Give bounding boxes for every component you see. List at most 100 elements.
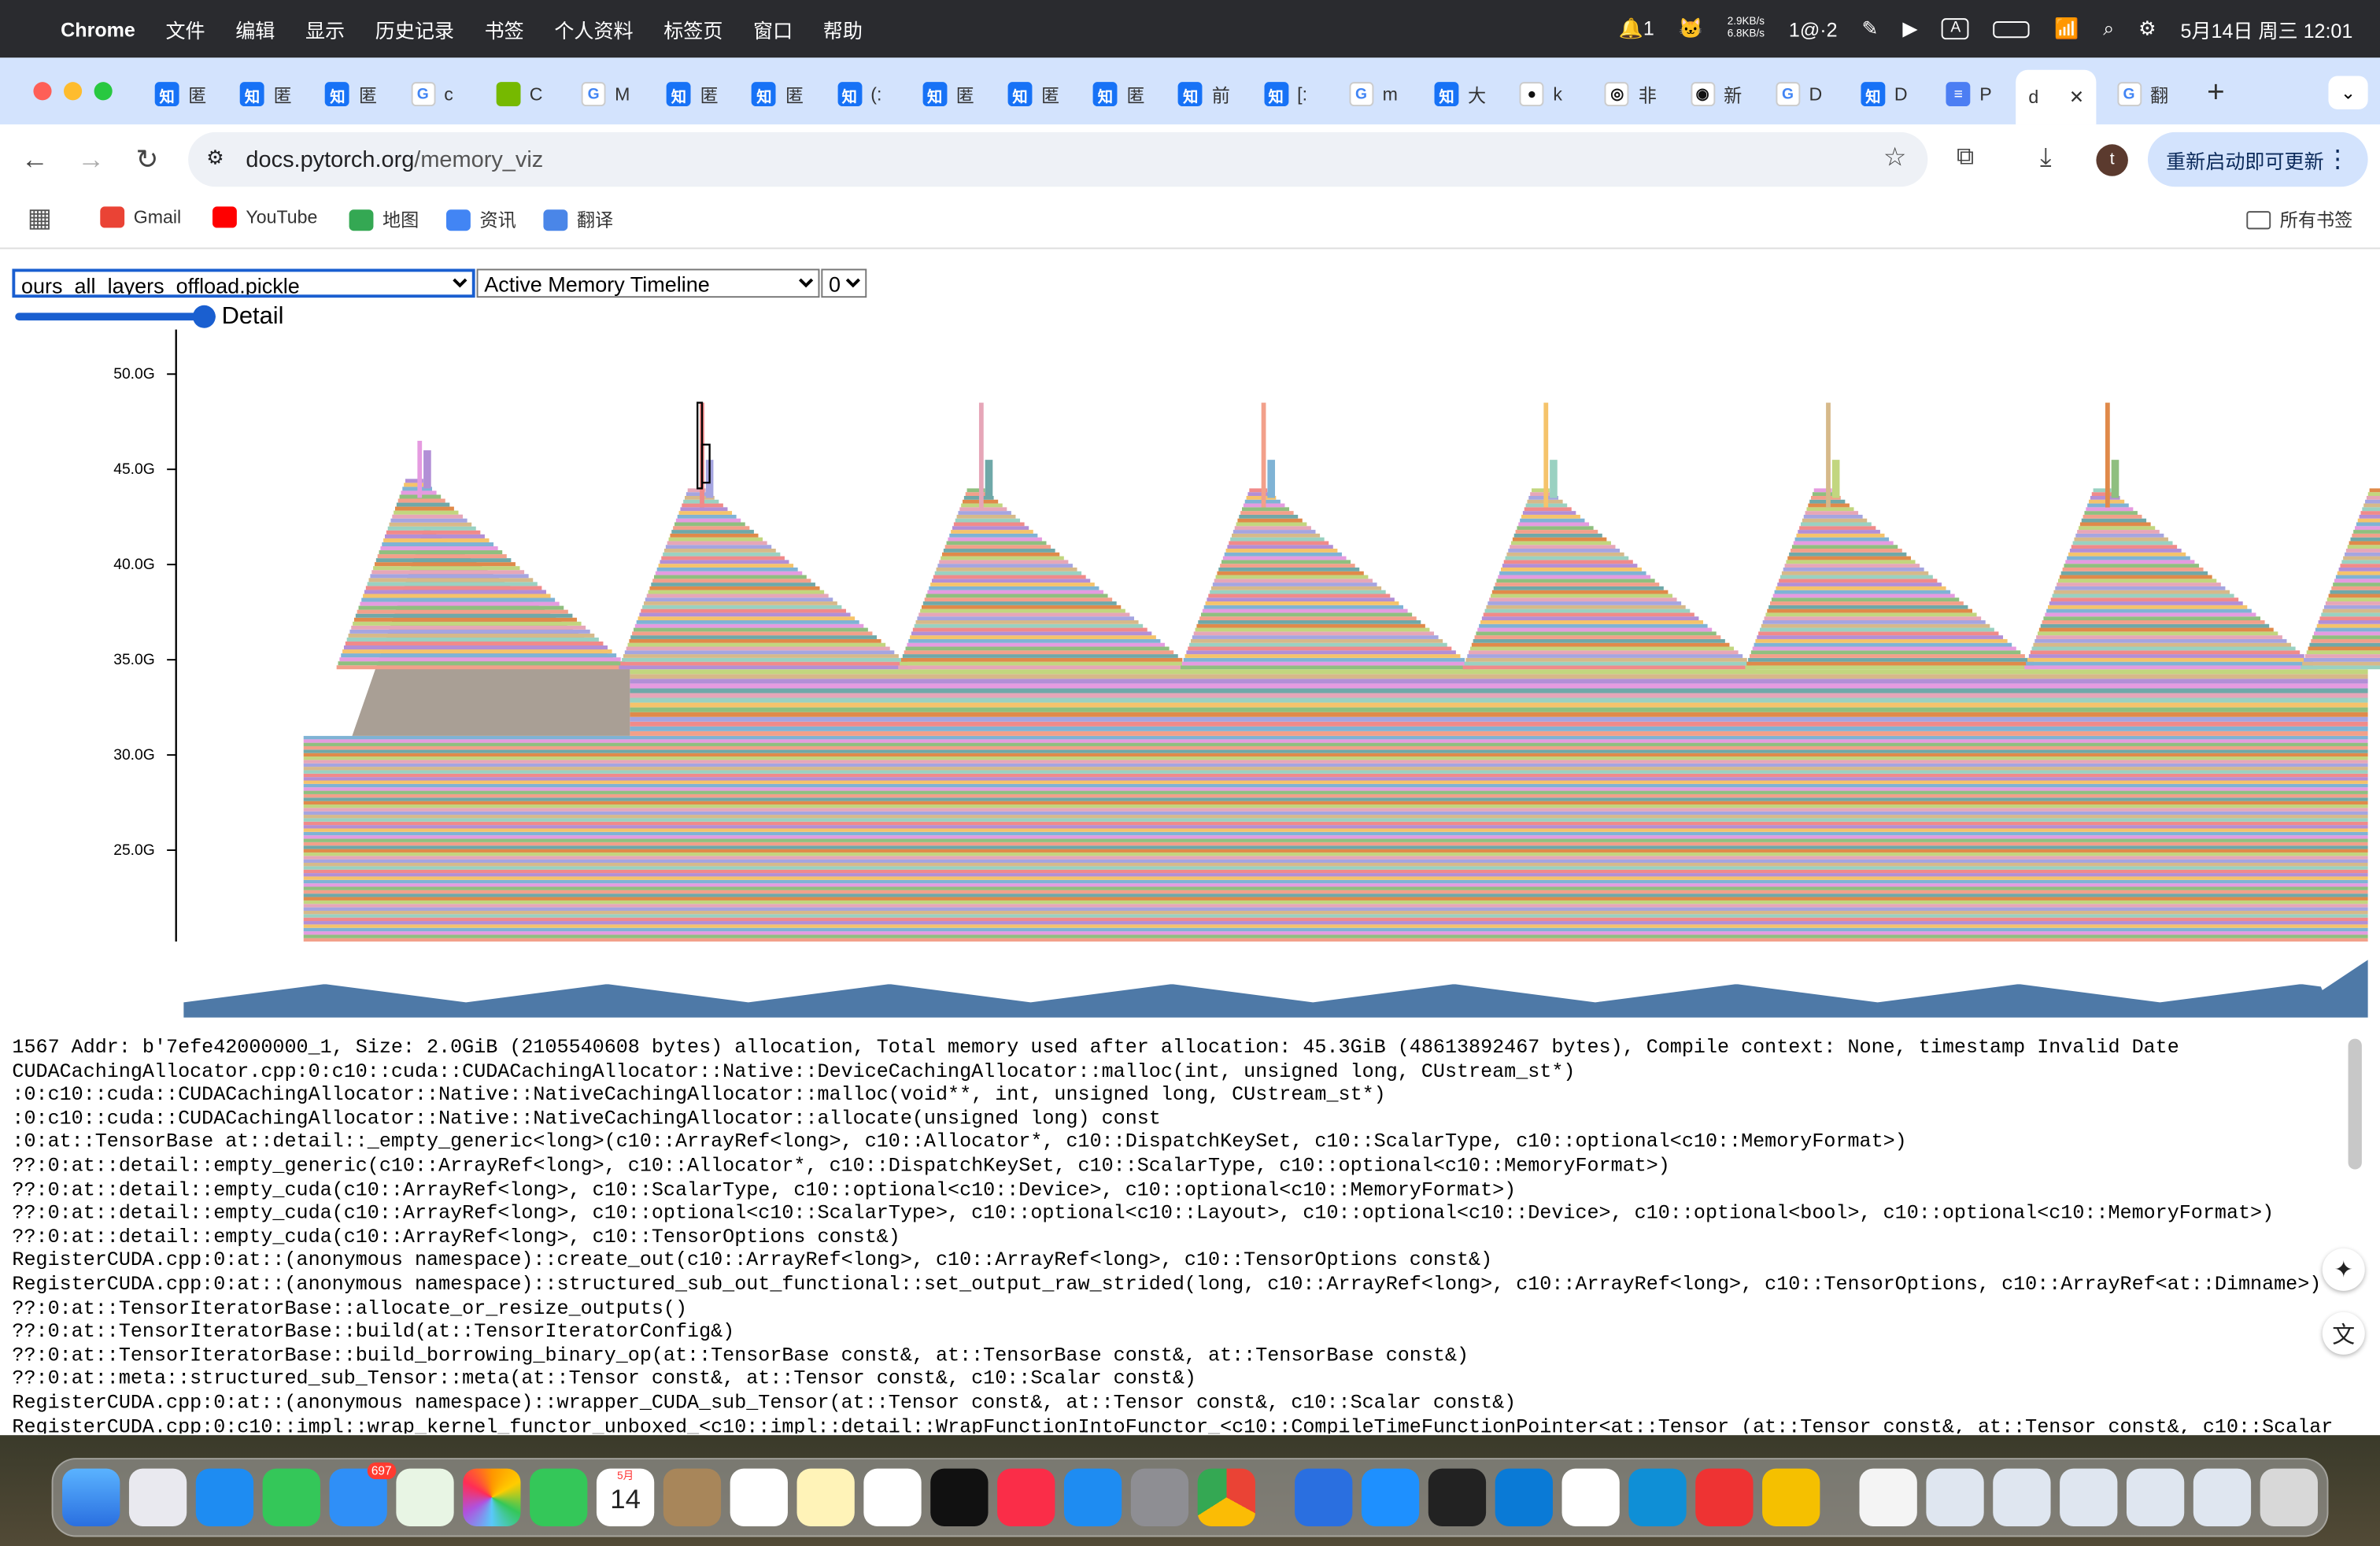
detail-slider-thumb[interactable]: [192, 305, 216, 328]
tab-14[interactable]: Gm: [1349, 77, 1398, 110]
tab-20[interactable]: 知D: [1861, 77, 1908, 110]
calendar-icon[interactable]: 5月 14: [596, 1468, 655, 1526]
feishu-icon[interactable]: [1295, 1468, 1353, 1526]
messages-icon[interactable]: [262, 1468, 320, 1526]
facetime-icon[interactable]: [530, 1468, 588, 1526]
tab-21[interactable]: ≡ P: [1946, 77, 1992, 110]
document-file-icon[interactable]: [1859, 1468, 1917, 1526]
tab-15[interactable]: 知大: [1434, 77, 1486, 110]
pdf-expert-icon[interactable]: [1762, 1468, 1820, 1526]
tab-7[interactable]: 知匿: [752, 77, 804, 110]
log-scrollbar[interactable]: [2348, 1038, 2362, 1170]
forward-button[interactable]: →: [70, 139, 113, 181]
system-settings-icon[interactable]: [1130, 1468, 1189, 1526]
extensions-icon[interactable]: ⧉: [1957, 144, 1974, 172]
more-menu-icon[interactable]: ⋮: [2326, 144, 2350, 175]
terminal-icon[interactable]: [1428, 1468, 1487, 1526]
reminders-icon[interactable]: [730, 1468, 788, 1526]
all-bookmarks-button[interactable]: 所有书签: [2246, 206, 2352, 232]
recent-file-thumbnail-1[interactable]: [1926, 1468, 1984, 1526]
edge-icon[interactable]: [1628, 1468, 1687, 1526]
tab-16[interactable]: ● k: [1519, 77, 1562, 110]
close-window-button[interactable]: [33, 82, 52, 101]
spotlight-search-icon[interactable]: ⌕: [2103, 17, 2114, 41]
tab-6[interactable]: 知匿: [667, 77, 719, 110]
bookmark-maps[interactable]: 地图: [349, 206, 419, 232]
trash-icon[interactable]: [2260, 1468, 2318, 1526]
menu-profiles[interactable]: 个人资料: [554, 14, 633, 43]
bell-icon[interactable]: 🔔1: [1619, 17, 1654, 41]
tab-23[interactable]: G翻: [2116, 77, 2168, 110]
wifi-icon[interactable]: 📶: [2054, 17, 2079, 41]
tab-2[interactable]: 知匿: [325, 77, 377, 110]
menu-history[interactable]: 历史记录: [375, 14, 454, 43]
relaunch-update-button[interactable]: 重新启动即可更新 ⋮: [2147, 131, 2368, 187]
tab-3[interactable]: Gc: [410, 77, 453, 110]
finder-icon[interactable]: [62, 1468, 120, 1526]
qq-icon[interactable]: [1561, 1468, 1620, 1526]
download-icon[interactable]: ⤓: [2040, 142, 2051, 173]
memory-timeline-chart[interactable]: 25.0G 30.0G 35.0G 40.0G 45.0G 50.0G: [0, 327, 2380, 1025]
chrome-icon[interactable]: [1197, 1468, 1255, 1526]
ime-indicator[interactable]: A: [1942, 18, 1970, 40]
minimize-window-button[interactable]: [64, 82, 83, 101]
view-mode-select[interactable]: Active Memory Timeline: [476, 268, 820, 298]
bookmark-translate[interactable]: 翻译: [543, 206, 613, 232]
launchpad-icon[interactable]: [128, 1468, 187, 1526]
tab-8[interactable]: 知 (:: [837, 77, 881, 110]
photos-icon[interactable]: [463, 1468, 521, 1526]
new-tab-button[interactable]: +: [2207, 76, 2225, 110]
lark-icon[interactable]: [1361, 1468, 1420, 1526]
bookmark-youtube[interactable]: YouTube: [213, 206, 317, 228]
tab-9[interactable]: 知匿: [922, 77, 974, 110]
app-store-icon[interactable]: [1063, 1468, 1122, 1526]
menu-file[interactable]: 文件: [165, 14, 205, 43]
menubar-clock[interactable]: 5月14日 周三 12:01: [2181, 14, 2353, 43]
mail-icon[interactable]: 697: [329, 1462, 397, 1526]
tab-5[interactable]: GM: [581, 77, 630, 110]
safari-icon[interactable]: [195, 1468, 254, 1526]
tab-1[interactable]: 知匿: [240, 77, 292, 110]
zotero-icon[interactable]: [1695, 1468, 1754, 1526]
tab-0[interactable]: 知匿: [154, 77, 206, 110]
apps-grid-icon[interactable]: ▦: [28, 204, 52, 235]
tab-18[interactable]: ◉ 新: [1690, 77, 1742, 110]
recent-file-thumbnail-2[interactable]: [1993, 1468, 2051, 1526]
snapshot-file-select[interactable]: ours_all_layers_offload.pickle: [12, 268, 475, 298]
translate-page-icon[interactable]: 文: [2322, 1311, 2365, 1355]
recent-file-thumbnail-3[interactable]: [2060, 1468, 2118, 1526]
site-info-icon[interactable]: ⚙: [206, 146, 224, 170]
cat-icon[interactable]: 🐱: [1679, 17, 1703, 41]
menu-tabs[interactable]: 标签页: [663, 14, 722, 43]
vscode-icon[interactable]: [1495, 1468, 1553, 1526]
tab-19[interactable]: GD: [1776, 77, 1822, 110]
pen-icon[interactable]: ✎: [1861, 17, 1878, 41]
bookmark-gmail[interactable]: Gmail: [100, 206, 181, 228]
menu-edit[interactable]: 编辑: [235, 14, 275, 43]
menu-window[interactable]: 窗口: [753, 14, 793, 43]
zoom-window-button[interactable]: [94, 82, 113, 101]
tab-12[interactable]: 知前: [1178, 77, 1230, 110]
apple-tv-icon[interactable]: [930, 1468, 989, 1526]
music-icon[interactable]: [997, 1468, 1055, 1526]
device-select[interactable]: 0: [821, 268, 867, 298]
profile-avatar[interactable]: t: [2096, 144, 2128, 176]
contacts-icon[interactable]: [663, 1468, 722, 1526]
menu-help[interactable]: 帮助: [823, 14, 863, 43]
bookmark-news[interactable]: 资讯: [446, 206, 516, 232]
tab-11[interactable]: 知匿: [1092, 77, 1145, 110]
battery-icon[interactable]: [1994, 20, 2031, 38]
address-bar[interactable]: ⚙ docs.pytorch.org/memory_viz ☆: [188, 131, 1928, 187]
menu-bookmarks[interactable]: 书签: [485, 14, 524, 43]
close-tab-icon[interactable]: ✕: [2069, 87, 2084, 108]
menu-app-name[interactable]: Chrome: [61, 17, 135, 40]
maps-app-icon[interactable]: [396, 1468, 454, 1526]
menu-view[interactable]: 显示: [305, 14, 345, 43]
tab-4[interactable]: C: [496, 77, 542, 110]
recent-file-thumbnail-4[interactable]: [2126, 1468, 2185, 1526]
reload-button[interactable]: ↻: [126, 139, 168, 181]
tab-22[interactable]: d ✕: [2016, 69, 2097, 125]
detail-slider[interactable]: [15, 305, 216, 328]
notes-icon[interactable]: [796, 1468, 855, 1526]
back-button[interactable]: ←: [13, 139, 56, 181]
